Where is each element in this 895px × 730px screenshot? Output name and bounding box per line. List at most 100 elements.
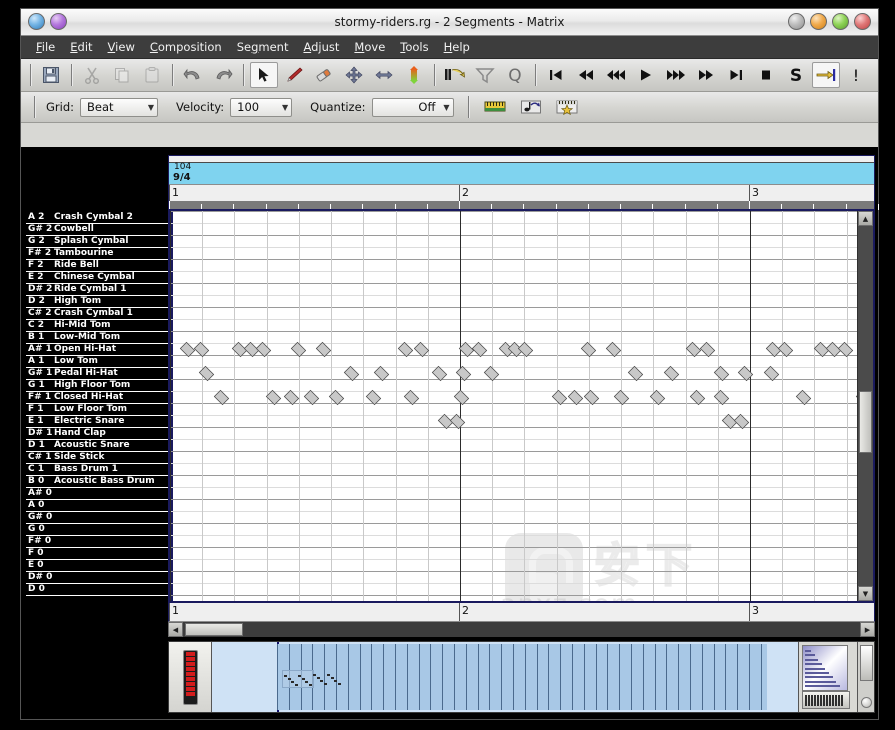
velocity-select[interactable]: 100 ▼ [230,97,293,117]
pitch-row-f1[interactable]: F 1 Low Floor Tom [26,404,171,416]
grid-vertical-scrollbar[interactable]: ▲ ▼ [857,211,873,601]
menu-file[interactable]: File [29,37,62,57]
pitch-row-g0[interactable]: G 0 [26,524,171,536]
fast-rewind-button[interactable] [602,62,630,88]
menu-tools[interactable]: Tools [393,37,435,57]
menu-edit[interactable]: Edit [63,37,99,57]
vertical-scroll-thumb[interactable] [859,391,872,453]
pitch-row-d2[interactable]: D# 2 Ride Cymbal 1 [26,284,171,296]
quantize-select[interactable]: Off ▼ [371,97,454,117]
track-thumbnail[interactable] [802,645,848,691]
pitch-row-e1[interactable]: E 1 Electric Snare [26,416,171,428]
pitch-row-a2[interactable]: A 2 Crash Cymbal 2 [26,212,171,224]
pitch-row-a0[interactable]: A 0 [26,500,171,512]
skip-to-end-button[interactable] [722,62,750,88]
pitch-row-e2[interactable]: E 2 Chinese Cymbal [26,272,171,284]
forward-button[interactable] [692,62,720,88]
rewind-to-start-button[interactable] [542,62,570,88]
scroll-right-arrow-icon[interactable]: ▶ [860,622,875,637]
filter-button[interactable] [471,62,499,88]
pitch-row-d2[interactable]: D 2 High Tom [26,296,171,308]
pitch-row-g2[interactable]: G 2 Splash Cymbal [26,236,171,248]
window-minimize-button[interactable] [788,13,805,30]
horizontal-scroll-thumb[interactable] [185,623,243,636]
pitch-row-g1[interactable]: G# 1 Pedal Hi-Hat [26,368,171,380]
overview-panel[interactable] [168,641,875,713]
pitch-row-g2[interactable]: G# 2 Cowbell [26,224,171,236]
redo-button[interactable] [209,62,237,88]
bottom-bar-ruler[interactable]: 1 2 3 [168,603,875,622]
menu-help[interactable]: Help [437,37,477,57]
tempo-band[interactable]: 104 9/4 [169,162,874,186]
pitch-row-f2[interactable]: F 2 Ride Bell [26,260,171,272]
menu-view[interactable]: View [101,37,142,57]
zoom-knob[interactable] [861,697,872,708]
draw-tool-button[interactable] [280,62,308,88]
window-maximize-button[interactable] [810,13,827,30]
scroll-up-arrow-icon[interactable]: ▲ [858,211,873,226]
copy-button[interactable] [108,62,136,88]
pitch-row-b0[interactable]: B 0 Acoustic Bass Drum [26,476,171,488]
panic-button[interactable]: ! [842,62,870,88]
overview-note-block[interactable] [282,670,314,688]
grid-horizontal-scrollbar[interactable]: ◀ ▶ [168,622,875,637]
pitch-row-c1[interactable]: C# 1 Side Stick [26,452,171,464]
pitch-row-d0[interactable]: D# 0 [26,572,171,584]
pitch-row-a1[interactable]: A# 1 Open Hi-Hat [26,344,171,356]
scroll-left-arrow-icon[interactable]: ◀ [168,622,183,637]
mini-keyboard-icon[interactable] [802,691,850,709]
pitch-row-a0[interactable]: A# 0 [26,488,171,500]
erase-tool-button[interactable] [310,62,338,88]
resize-tool-button[interactable] [370,62,398,88]
pitch-row-f1[interactable]: F# 1 Closed Hi-Hat [26,392,171,404]
pitch-row-d1[interactable]: D 1 Acoustic Snare [26,440,171,452]
pitch-row-d1[interactable]: D# 1 Hand Clap [26,428,171,440]
pitch-row-f2[interactable]: F# 2 Tambourine [26,248,171,260]
cut-button[interactable] [78,62,106,88]
show-note-names-button[interactable] [517,94,545,120]
stop-button[interactable] [752,62,780,88]
grid-select[interactable]: Beat ▼ [80,97,159,117]
pitch-row-d0[interactable]: D 0 [26,584,171,596]
pitch-row-a1[interactable]: A 1 Low Tom [26,356,171,368]
select-tool-button[interactable] [250,62,278,88]
quantize-button[interactable]: Q [501,62,529,88]
chord-toggle-button[interactable] [441,62,469,88]
scroll-down-arrow-icon[interactable]: ▼ [858,586,873,601]
overview-canvas[interactable] [212,642,798,712]
menu-composition[interactable]: Composition [143,37,229,57]
ruler-area[interactable]: 104 9/4 1 2 3 [168,155,879,210]
show-velocity-ruler-button[interactable] [481,94,509,120]
pitch-row-e0[interactable]: E 0 [26,560,171,572]
menu-segment[interactable]: Segment [230,37,296,57]
pitch-row-b1[interactable]: B 1 Low-Mid Tom [26,332,171,344]
pitch-row-c1[interactable]: C 1 Bass Drum 1 [26,464,171,476]
play-button[interactable] [632,62,660,88]
bar-ruler[interactable]: 1 2 3 [169,184,874,202]
overview-segment[interactable] [277,644,767,710]
note-grid-canvas[interactable]: 安下 anxz.com [170,211,858,601]
pitch-row-c2[interactable]: C 2 Hi-Mid Tom [26,320,171,332]
solo-button[interactable]: S [782,62,810,88]
pitch-row-g0[interactable]: G# 0 [26,512,171,524]
overview-side-controls[interactable] [857,642,874,712]
note-grid[interactable]: 安下 anxz.com ▲ ▼ [168,209,875,603]
rewind-button[interactable] [572,62,600,88]
velocity-tool-button[interactable] [400,62,428,88]
window-restore-button[interactable] [832,13,849,30]
save-button[interactable] [37,62,65,88]
show-highlight-button[interactable] [553,94,581,120]
pitch-row-f0[interactable]: F# 0 [26,536,171,548]
pitch-row-g1[interactable]: G 1 High Floor Tom [26,380,171,392]
window-close-button[interactable] [854,13,871,30]
fast-forward-button[interactable] [662,62,690,88]
overview-thumbnail-panel[interactable] [798,642,857,712]
window-titlebar[interactable]: stormy-riders.rg - 2 Segments - Matrix [21,9,878,36]
overview-note-block[interactable] [312,670,350,686]
pitch-row-f0[interactable]: F 0 [26,548,171,560]
pitch-row-c2[interactable]: C# 2 Crash Cymbal 1 [26,308,171,320]
paste-button[interactable] [138,62,166,88]
menu-move[interactable]: Move [347,37,392,57]
move-tool-button[interactable] [340,62,368,88]
menu-adjust[interactable]: Adjust [296,37,346,57]
